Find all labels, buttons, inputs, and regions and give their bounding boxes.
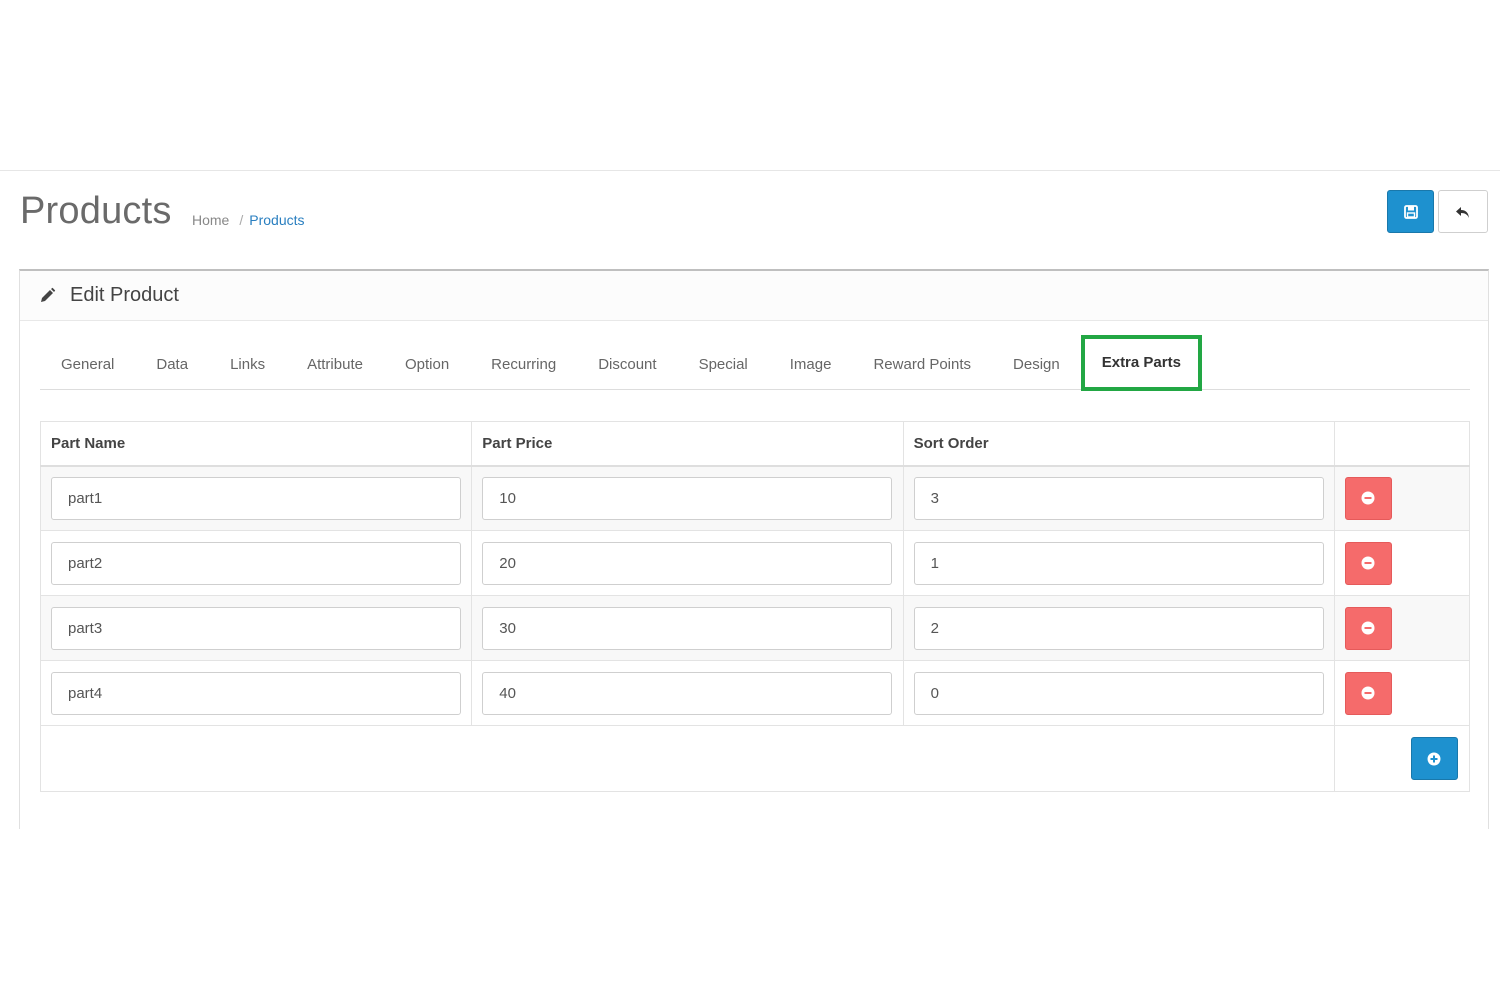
breadcrumb-separator: / — [239, 212, 244, 228]
tab-special[interactable]: Special — [678, 336, 769, 390]
remove-row-button[interactable] — [1344, 541, 1392, 585]
part-name-input[interactable] — [51, 671, 461, 715]
tab-reward-points[interactable]: Reward Points — [852, 336, 992, 390]
tab-option[interactable]: Option — [384, 336, 470, 390]
tab-links[interactable]: Links — [209, 336, 286, 390]
sort-order-input[interactable] — [913, 671, 1324, 715]
header-sort-order: Sort Order — [902, 421, 1335, 467]
footer-spacer — [40, 725, 1335, 792]
panel-title: Edit Product — [70, 284, 179, 306]
tab-general[interactable]: General — [40, 336, 135, 390]
remove-row-button[interactable] — [1344, 671, 1392, 715]
table-row — [39, 530, 1471, 596]
part-price-input[interactable] — [482, 476, 893, 520]
top-bar-area — [0, 0, 1500, 171]
minus-circle-icon — [1361, 686, 1375, 700]
page-title: Products — [20, 190, 172, 232]
sort-order-input[interactable] — [913, 606, 1324, 650]
product-tabs: General Data Links Attribute Option Recu… — [40, 335, 1470, 391]
sort-order-input[interactable] — [913, 476, 1324, 520]
page-header: Products Home / Products — [20, 188, 1488, 238]
tab-design[interactable]: Design — [992, 336, 1081, 390]
tab-discount[interactable]: Discount — [577, 336, 677, 390]
table-row — [39, 660, 1471, 726]
table-row — [39, 595, 1471, 661]
part-name-input[interactable] — [51, 476, 461, 520]
pencil-icon — [41, 287, 56, 302]
part-name-input[interactable] — [51, 541, 461, 585]
add-row-button[interactable] — [1410, 737, 1458, 780]
back-button[interactable] — [1438, 190, 1488, 233]
table-row — [39, 465, 1471, 531]
remove-row-button[interactable] — [1344, 476, 1392, 520]
minus-circle-icon — [1361, 621, 1375, 635]
breadcrumb-home[interactable]: Home — [192, 212, 229, 228]
part-name-input[interactable] — [51, 606, 461, 650]
table-header-row: Part Name Part Price Sort Order — [39, 421, 1471, 467]
tab-data[interactable]: Data — [135, 336, 209, 390]
tab-extra-parts[interactable]: Extra Parts — [1080, 335, 1202, 391]
part-price-input[interactable] — [482, 606, 893, 650]
table-footer-row — [40, 725, 1471, 792]
part-price-input[interactable] — [482, 671, 893, 715]
tab-attribute[interactable]: Attribute — [286, 336, 384, 390]
panel-heading: Edit Product — [20, 271, 1488, 321]
sort-order-input[interactable] — [913, 541, 1324, 585]
breadcrumb: Home / Products — [192, 212, 305, 228]
remove-row-button[interactable] — [1344, 606, 1392, 650]
extra-parts-table: Part Name Part Price Sort Order — [39, 421, 1471, 792]
minus-circle-icon — [1361, 556, 1375, 570]
part-price-input[interactable] — [482, 541, 893, 585]
reply-icon — [1456, 206, 1469, 218]
tab-recurring[interactable]: Recurring — [470, 336, 577, 390]
plus-circle-icon — [1427, 752, 1441, 765]
breadcrumb-products[interactable]: Products — [249, 212, 304, 228]
tab-image[interactable]: Image — [769, 336, 853, 390]
minus-circle-icon — [1361, 491, 1375, 505]
header-actions — [1333, 421, 1471, 467]
save-icon — [1403, 204, 1418, 219]
save-button[interactable] — [1387, 190, 1434, 233]
header-part-name: Part Name — [39, 421, 473, 467]
header-part-price: Part Price — [471, 421, 904, 467]
edit-product-panel: Edit Product General Data Links Attribut… — [19, 269, 1489, 829]
